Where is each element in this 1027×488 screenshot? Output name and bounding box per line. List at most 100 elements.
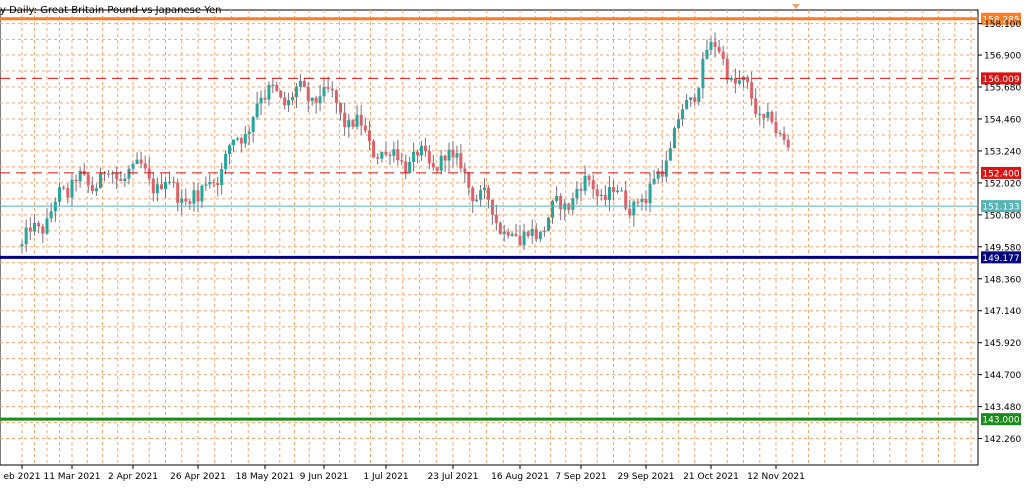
y-tick-label: 156.900 [984,52,1021,62]
candle-bear [363,125,367,131]
candle-bull [412,151,416,162]
candle-bear [660,171,664,177]
candle-bear [427,151,431,164]
candle-bull [224,154,228,169]
chart-area[interactable]: 158.285 156.009 152.400 151.133 149.177 143.0… [0,0,1027,484]
candle-bear [216,183,220,185]
candle-bear [423,145,427,152]
candle-bull [58,187,61,202]
x-tick-label: 9 Jun 2021 [300,472,348,482]
candle-bull [192,190,196,204]
candle-bear [435,167,439,171]
candle-bear [275,84,279,91]
candle-bull [208,182,212,185]
candle-bear [746,76,750,83]
candle-bull [616,190,620,193]
candle-bull [475,199,479,202]
candle-bear [147,168,151,179]
candle-bear [143,163,147,169]
candle-bear [283,97,287,106]
candle-bear [314,97,318,103]
candle-bear [559,195,563,210]
candle-bull [758,113,762,115]
candle-bear [490,199,494,215]
candle-bull [220,168,224,185]
candle-bull [455,153,459,158]
candle-bull [70,179,74,198]
candle-bull [204,184,208,186]
candle-bear [115,172,119,180]
price-chart[interactable]: 158.285156.009152.400151.133149.177143.0… [0,0,1027,484]
x-tick-label: 16 Aug 2021 [491,472,549,482]
level-price-label: 152.400 [982,169,1019,179]
candle-bear [786,139,790,148]
candle-bear [339,102,343,113]
candle-bear [41,226,45,234]
candle-bear [351,120,355,127]
candle-bull [652,178,656,184]
candle-bull [200,185,204,202]
candle-bear [62,187,66,189]
candle-bull [255,103,259,118]
candle-bull [522,231,526,246]
candle-bear [367,130,371,141]
candle-bull [164,181,167,190]
candle-bull [530,228,534,237]
y-tick-label: 142.260 [984,435,1021,445]
candle-bull [127,168,131,179]
candle-bull [33,223,36,232]
candle-bull [322,87,326,97]
candle-bull [168,181,172,183]
candle-bear [372,140,376,158]
candle-bear [37,223,41,227]
candle-bull [294,86,298,97]
candle-bear [443,155,447,161]
candle-bear [263,97,267,100]
candle-bear [302,81,306,87]
y-tick-label: 155.680 [984,84,1021,94]
y-tick-label: 144.700 [984,371,1021,381]
candle-bull [78,170,82,182]
candle-bull [392,149,396,156]
candle-bull [287,99,291,106]
candle-bull [620,190,624,192]
candle-bull [155,184,159,194]
candle-bull [94,188,98,192]
candle-bull [49,211,53,219]
candle-bull [447,149,451,161]
candle-bull [689,97,693,101]
candle-bear [471,187,475,202]
y-tick-label: 148.360 [984,275,1021,285]
candle-bear [334,90,338,103]
candle-bear [770,112,774,122]
candle-bull [347,120,351,128]
candle-bull [640,198,644,202]
candle-bear [534,228,538,240]
candle-bull [697,88,701,102]
y-tick-label: 145.920 [984,339,1021,349]
candle-bear [279,90,283,98]
candle-bear [184,198,188,202]
candle-bear [774,121,778,133]
candle-bear [494,214,498,223]
candle-bull [705,49,709,59]
candle-bull [709,41,713,50]
candle-bull [701,58,705,89]
candle-bear [172,181,176,183]
candle-bull [439,155,443,171]
candle-bear [754,98,758,115]
candle-bull [656,171,660,179]
candle-bull [271,84,275,86]
candle-bear [90,184,94,192]
candle-bear [518,235,522,246]
candle-bear [306,86,310,102]
y-tick-label: 150.800 [984,211,1021,221]
x-tick-label: eb 2021 [3,472,40,482]
x-tick-label: 26 Apr 2021 [170,472,226,482]
candle-bear [151,178,155,194]
candle-bear [139,159,143,164]
y-tick-label: 147.140 [984,307,1021,317]
candle-bull [298,81,302,87]
candle-bull [510,233,514,236]
candle-bull [685,100,689,110]
